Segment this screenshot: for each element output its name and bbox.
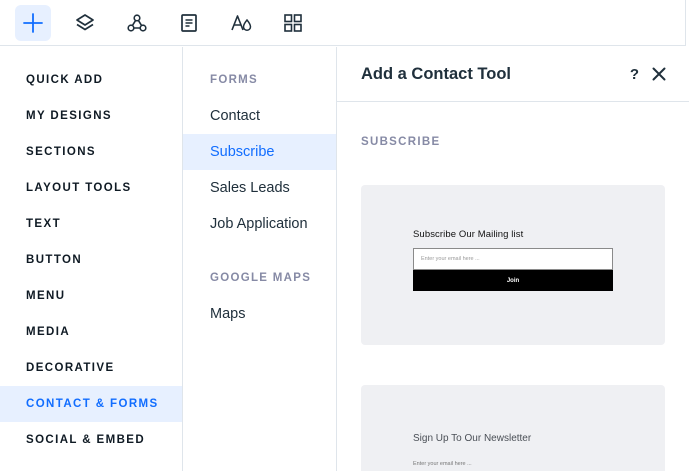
- panel-actions: ?: [630, 66, 667, 83]
- preset-email-field: Enter your email here ...: [413, 461, 472, 467]
- plus-icon: [23, 12, 43, 33]
- panel-header: Add a Contact Tool ?: [337, 47, 689, 102]
- add-elements-button[interactable]: [15, 4, 51, 41]
- category-my-designs[interactable]: MY DESIGNS: [0, 98, 182, 134]
- panel-title: Add a Contact Tool: [361, 64, 512, 83]
- subcategory-maps[interactable]: Maps: [183, 296, 336, 332]
- newsletter-form-preset[interactable]: Sign Up To Our Newsletter Enter your ema…: [361, 385, 665, 471]
- category-list: QUICK ADD MY DESIGNS SECTIONS LAYOUT TOO…: [0, 47, 183, 471]
- preset-join-button: Join: [413, 270, 613, 291]
- subcategory-job-application[interactable]: Job Application: [183, 206, 336, 242]
- category-decorative[interactable]: DECORATIVE: [0, 350, 182, 386]
- subcategory-contact[interactable]: Contact: [183, 98, 336, 134]
- category-layout-tools[interactable]: LAYOUT TOOLS: [0, 170, 182, 206]
- category-text[interactable]: TEXT: [0, 206, 182, 242]
- category-media[interactable]: MEDIA: [0, 314, 182, 350]
- subcategory-subscribe[interactable]: Subscribe: [183, 134, 336, 170]
- forms-heading: FORMS: [210, 74, 259, 86]
- category-sections[interactable]: SECTIONS: [0, 134, 182, 170]
- preset-form-title: Subscribe Our Mailing list: [413, 229, 524, 240]
- theme-button[interactable]: [223, 5, 259, 41]
- nodes-icon: [127, 13, 147, 32]
- layers-button[interactable]: [67, 5, 103, 41]
- app-market-button[interactable]: [275, 5, 311, 41]
- preset-form-title: Sign Up To Our Newsletter: [413, 433, 532, 444]
- top-toolbar: [0, 0, 686, 46]
- category-button[interactable]: BUTTON: [0, 242, 182, 278]
- contact-tool-panel: Add a Contact Tool ? SUBSCRIBE Subscribe…: [337, 47, 689, 471]
- subcategory-sales-leads[interactable]: Sales Leads: [183, 170, 336, 206]
- preset-email-field: Enter your email here ...: [413, 248, 613, 270]
- grid-icon: [284, 13, 302, 32]
- preset-form-preview: Subscribe Our Mailing list Enter your em…: [413, 229, 613, 291]
- preset-form-preview: Sign Up To Our Newsletter Enter your ema…: [413, 433, 623, 467]
- section-title: SUBSCRIBE: [361, 136, 441, 148]
- category-quick-add[interactable]: QUICK ADD: [0, 62, 182, 98]
- subscribe-form-preset[interactable]: Subscribe Our Mailing list Enter your em…: [361, 185, 665, 345]
- category-social-embed[interactable]: SOCIAL & EMBED: [0, 422, 182, 458]
- close-icon[interactable]: [651, 66, 667, 82]
- category-contact-forms[interactable]: CONTACT & FORMS: [0, 386, 182, 422]
- apps-button[interactable]: [119, 5, 155, 41]
- page-icon: [181, 13, 197, 32]
- help-button[interactable]: ?: [630, 66, 639, 83]
- category-menu[interactable]: MENU: [0, 278, 182, 314]
- subcategory-list: FORMS Contact Subscribe Sales Leads Job …: [183, 47, 337, 471]
- typography-icon: [231, 14, 252, 31]
- layers-icon: [76, 13, 94, 30]
- google-maps-heading: GOOGLE MAPS: [210, 272, 312, 284]
- pages-button[interactable]: [171, 5, 207, 41]
